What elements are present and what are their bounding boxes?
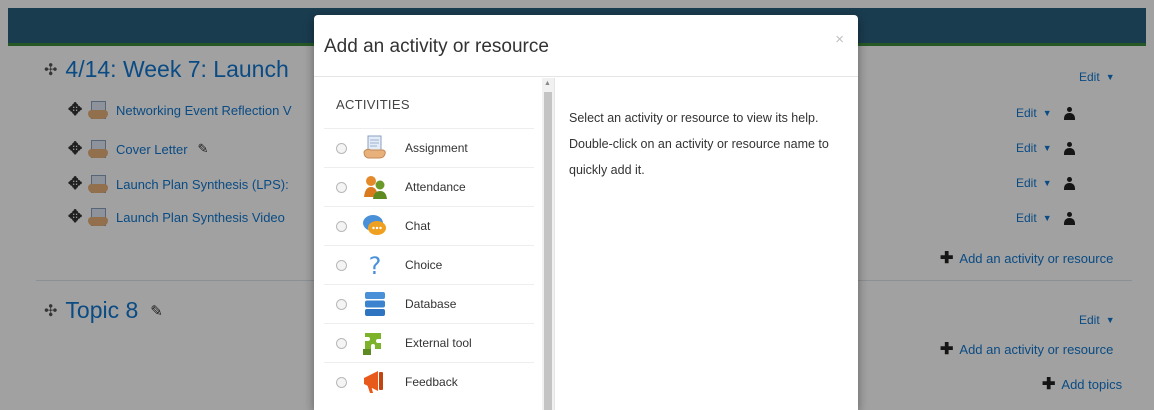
scroll-up-icon[interactable]: ▲ — [544, 80, 551, 87]
choice-icon: ? — [361, 251, 389, 279]
radio-button[interactable] — [336, 259, 347, 271]
list-scrollbar[interactable]: ▲ — [542, 78, 554, 410]
dialog-header: Add an activity or resource × — [314, 15, 858, 77]
dialog-body: ACTIVITIES Assignment Attendance Chat ? … — [314, 78, 858, 410]
activity-option[interactable]: ? Choice — [324, 245, 534, 284]
activity-option[interactable]: Database — [324, 284, 534, 323]
external-tool-icon — [361, 329, 389, 357]
help-pane: Select an activity or resource to view i… — [554, 78, 858, 410]
activity-option[interactable]: Attendance — [324, 167, 534, 206]
database-icon — [361, 290, 389, 318]
activity-list: ACTIVITIES Assignment Attendance Chat ? … — [314, 78, 542, 410]
help-text: Select an activity or resource to view i… — [569, 111, 829, 177]
scrollbar-thumb[interactable] — [544, 92, 552, 410]
activity-option[interactable]: Chat — [324, 206, 534, 245]
radio-button[interactable] — [336, 181, 347, 193]
dialog-title: Add an activity or resource — [324, 36, 549, 57]
activity-option-label[interactable]: Assignment — [405, 141, 468, 155]
activity-chooser-dialog: Add an activity or resource × ACTIVITIES… — [314, 15, 858, 410]
feedback-icon — [361, 368, 389, 396]
radio-button[interactable] — [336, 142, 347, 154]
activity-option-label[interactable]: Chat — [405, 219, 430, 233]
activity-option-label[interactable]: Database — [405, 297, 456, 311]
activity-option[interactable]: Feedback — [324, 362, 534, 401]
radio-button[interactable] — [336, 376, 347, 388]
activity-option-label[interactable]: External tool — [405, 336, 472, 350]
activity-option-label[interactable]: Feedback — [405, 375, 458, 389]
activity-option[interactable]: External tool — [324, 323, 534, 362]
close-icon[interactable]: × — [835, 31, 844, 48]
radio-button[interactable] — [336, 298, 347, 310]
activity-option-label[interactable]: Attendance — [405, 180, 466, 194]
list-header: ACTIVITIES — [336, 97, 410, 112]
svg-text:?: ? — [369, 252, 382, 279]
chat-icon — [361, 212, 389, 240]
radio-button[interactable] — [336, 337, 347, 349]
radio-button[interactable] — [336, 220, 347, 232]
assignment-icon — [361, 134, 389, 162]
activity-option-label[interactable]: Choice — [405, 258, 442, 272]
activity-option[interactable]: Assignment — [324, 128, 534, 167]
attendance-icon — [361, 173, 389, 201]
